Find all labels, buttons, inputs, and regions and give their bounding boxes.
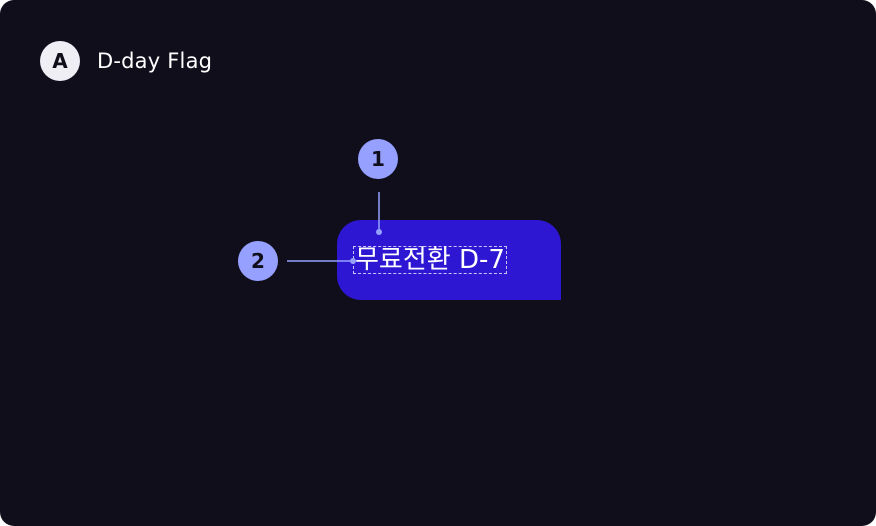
dday-flag: 무료전환 D-7: [337, 220, 561, 300]
flag-text: 무료전환 D-7: [355, 245, 505, 275]
callout-marker-1: 1: [358, 139, 398, 179]
section-title: D-day Flag: [97, 49, 213, 73]
section-header: A D-day Flag: [40, 41, 212, 81]
diagram-canvas: A D-day Flag 무료전환 D-7 1 2: [0, 0, 876, 526]
section-badge: A: [40, 41, 80, 81]
callout-marker-2: 2: [238, 241, 278, 281]
flag-text-bounding-box: 무료전환 D-7: [353, 246, 507, 274]
